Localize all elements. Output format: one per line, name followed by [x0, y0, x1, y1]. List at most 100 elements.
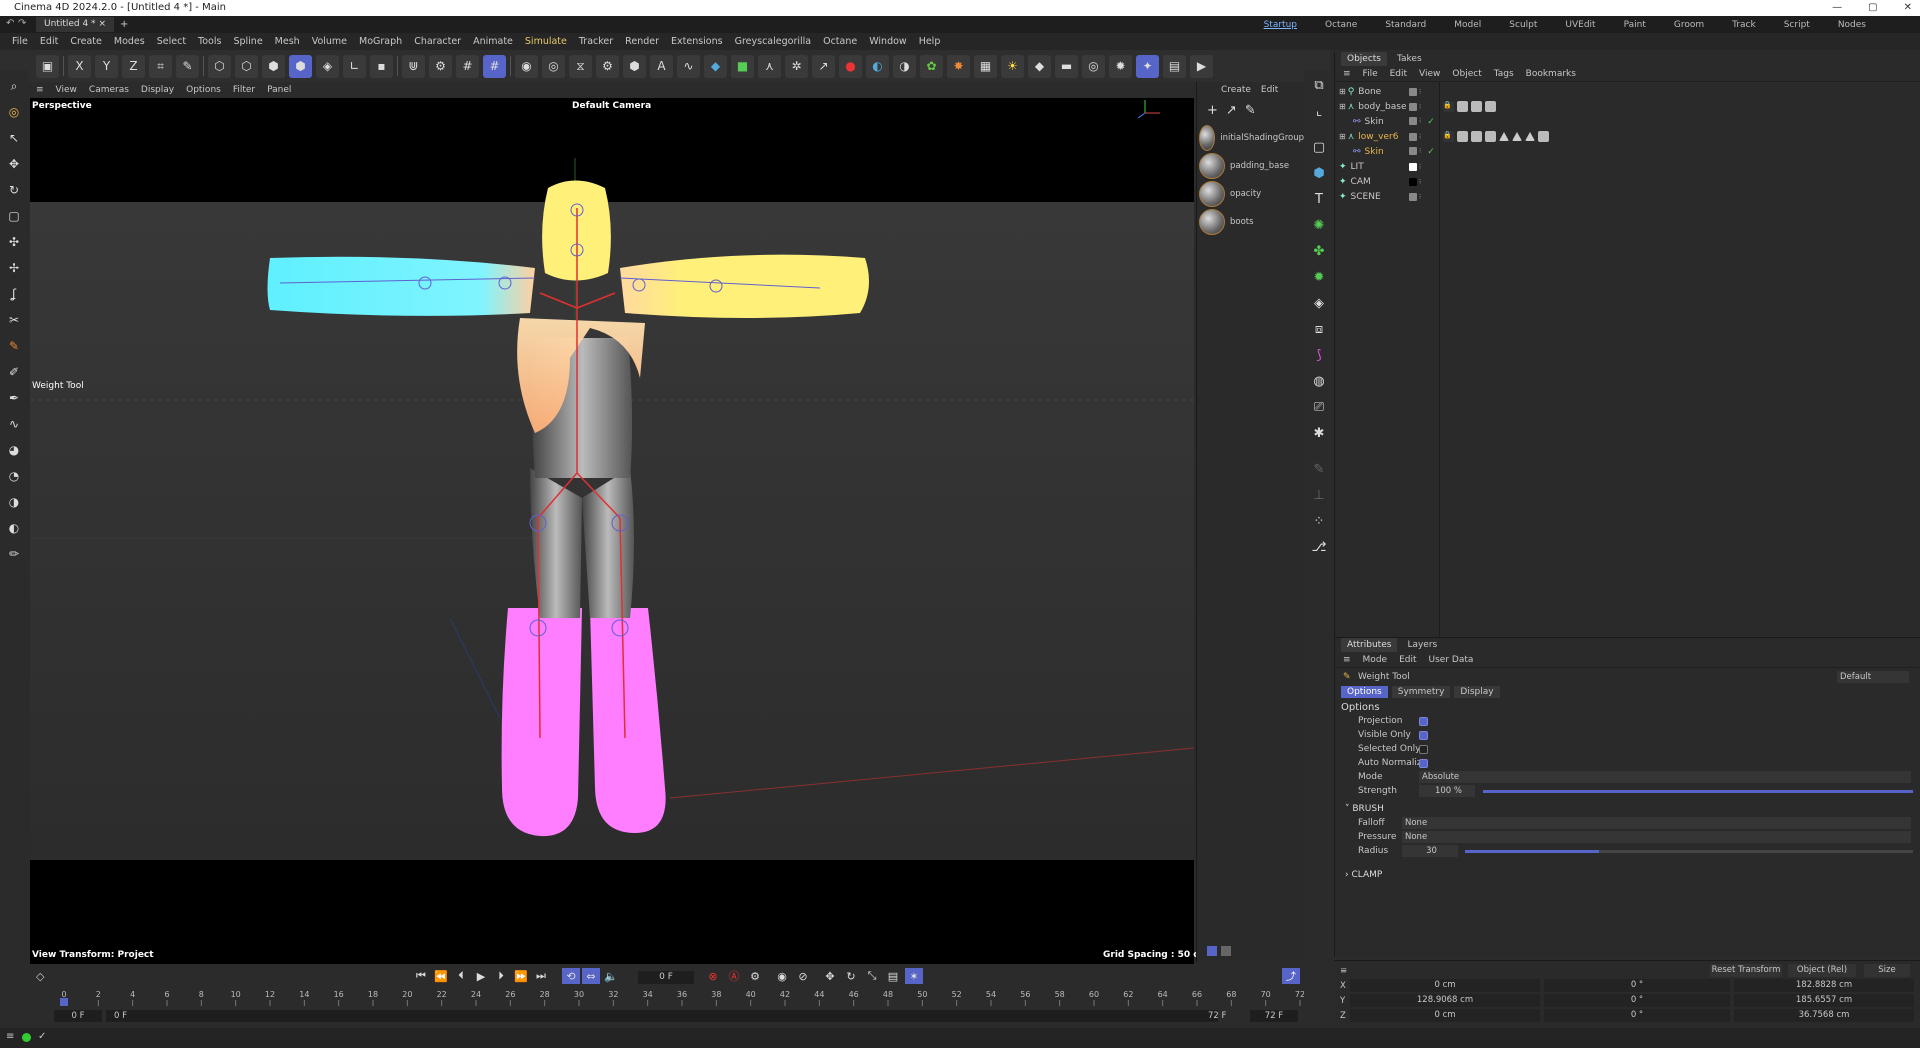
object-menu-tags[interactable]: Tags	[1494, 69, 1514, 79]
list-view-icon[interactable]	[1207, 946, 1217, 956]
material-tag-icon[interactable]	[1457, 101, 1468, 112]
minimize-icon[interactable]: —	[1832, 0, 1842, 16]
weight-paint-icon[interactable]: ✎	[4, 336, 24, 356]
material-tag-icon[interactable]	[1471, 131, 1482, 142]
search-icon[interactable]: ⌕	[4, 76, 24, 96]
menu-render[interactable]: Render	[619, 36, 665, 47]
undo-history-icon[interactable]: ▣	[36, 54, 59, 78]
layout-model[interactable]: Model	[1440, 20, 1495, 30]
z-axis-lock-icon[interactable]: Z	[122, 54, 145, 78]
layout-uvedit[interactable]: UVEdit	[1551, 20, 1609, 30]
sun-icon[interactable]: ☀	[1001, 54, 1024, 78]
spline-tool-icon[interactable]: ∿	[677, 54, 700, 78]
radius-field[interactable]: 30	[1402, 845, 1458, 857]
object-row[interactable]: ✦ CAM ⁝	[1335, 174, 1920, 189]
maximize-icon[interactable]: ▢	[1868, 0, 1877, 16]
coordinate-space-dropdown[interactable]: Object (Rel)	[1788, 964, 1856, 977]
editor-visibility-dot[interactable]	[1409, 102, 1417, 111]
attribute-menu-icon[interactable]: ≡	[1343, 655, 1351, 665]
object-row[interactable]: ⊞ ⚲ Bone ⁝	[1335, 84, 1920, 99]
subtab-symmetry[interactable]: Symmetry	[1391, 686, 1451, 698]
octane-icon[interactable]: ✦	[1136, 54, 1159, 78]
material-tag-icon[interactable]	[1485, 131, 1496, 142]
menu-mograph[interactable]: MoGraph	[353, 36, 408, 47]
menu-create[interactable]: Create	[64, 36, 108, 47]
generator-icon[interactable]: ✺	[1308, 214, 1330, 236]
position-field[interactable]: 0 cm	[1350, 1009, 1540, 1022]
selection-tools-icon[interactable]: ↖	[4, 128, 24, 148]
scale-key-icon[interactable]: ⤡	[863, 968, 881, 984]
lasso-icon[interactable]: ʆ	[4, 284, 24, 304]
motion-record-icon[interactable]: ◉	[773, 968, 791, 984]
visibility-toggles[interactable]: ⁝	[1409, 192, 1421, 201]
axis-mode-icon[interactable]: ∟	[343, 54, 366, 78]
editor-visibility-dot[interactable]	[1409, 146, 1417, 155]
menu-volume[interactable]: Volume	[306, 36, 353, 47]
material-tag-icon[interactable]	[1485, 101, 1496, 112]
menu-animate[interactable]: Animate	[467, 36, 519, 47]
viewport-menu-view[interactable]: View	[56, 85, 77, 95]
coordinate-system-icon[interactable]: ⌗	[149, 54, 172, 78]
right-arm-mesh[interactable]	[620, 254, 869, 318]
uv-mode-icon[interactable]: ◈	[316, 54, 339, 78]
layout-standard[interactable]: Standard	[1371, 20, 1440, 30]
render-visibility-dot[interactable]: ⁝	[1419, 133, 1421, 141]
field-icon[interactable]: ◈	[1308, 292, 1330, 314]
menu-icon[interactable]: ≡	[1340, 966, 1347, 976]
eyedropper-icon[interactable]: ✎	[1245, 103, 1256, 118]
menu-select[interactable]: Select	[151, 36, 192, 47]
menu-character[interactable]: Character	[408, 36, 467, 47]
texture-mode-icon[interactable]: ▪	[370, 54, 393, 78]
picture-viewer-icon[interactable]: ▶	[1190, 54, 1213, 78]
y-axis-lock-icon[interactable]: Y	[95, 54, 118, 78]
model-mode-icon[interactable]: ⬢	[289, 54, 312, 78]
material-item[interactable]: opacity	[1199, 180, 1304, 208]
tab-objects[interactable]: Objects	[1341, 52, 1388, 66]
export-icon[interactable]: ↗	[812, 54, 835, 78]
previous-key-icon[interactable]: ⏪	[432, 968, 450, 984]
checker-icon[interactable]: ▦	[974, 54, 997, 78]
area-light-icon[interactable]: ▬	[1055, 54, 1078, 78]
sculpt-grab-icon[interactable]: ◕	[4, 440, 24, 460]
preview-range-bar[interactable]: 0 F	[106, 1010, 1218, 1022]
live-selection-icon[interactable]: ◎	[4, 102, 24, 122]
clapper-icon[interactable]: ▤	[1163, 54, 1186, 78]
size-field[interactable]: 185.6557 cm	[1734, 994, 1914, 1007]
subtab-display[interactable]: Display	[1454, 686, 1500, 698]
cloner-icon[interactable]: ✤	[1308, 240, 1330, 262]
viewport-menu-cameras[interactable]: Cameras	[89, 85, 129, 95]
left-leg-mesh[interactable]	[501, 608, 582, 837]
scale-icon[interactable]: ▢	[4, 206, 24, 226]
previous-frame-icon[interactable]: ⏴	[452, 968, 470, 984]
object-row[interactable]: ⊞ ⋏ body_base ⁝ 🔒	[1335, 99, 1920, 114]
timeline-ruler[interactable]: 0 2 4 6 8 10 12 14 16 18 20 22 24 26 28 30 32 34 36 38 40 42 4…	[34, 988, 1304, 1006]
transform-icon[interactable]: ✣	[4, 232, 24, 252]
size-field[interactable]: 182.8828 cm	[1734, 979, 1914, 992]
render-visibility-dot[interactable]: ⁝	[1419, 88, 1421, 96]
object-menu-file[interactable]: File	[1363, 69, 1378, 79]
light-icon[interactable]: ◆	[1028, 54, 1051, 78]
lock-icon[interactable]: ⬢	[623, 54, 646, 78]
visibility-toggles[interactable]: ⁝	[1409, 102, 1421, 111]
visibility-toggles[interactable]: ⁝ ✓	[1409, 146, 1435, 157]
selected-only-checkbox[interactable]	[1419, 744, 1428, 754]
layout-paint[interactable]: Paint	[1610, 20, 1660, 30]
knife-icon[interactable]: ✂	[4, 310, 24, 330]
brush-section-heading[interactable]: ˅ BRUSH	[1345, 804, 1384, 814]
viewport-name[interactable]: Perspective	[32, 101, 92, 111]
brush-section-row[interactable]: ˅ BRUSH	[1335, 802, 1920, 816]
attribute-menu-user-data[interactable]: User Data	[1429, 655, 1474, 665]
add-material-icon[interactable]: +	[1207, 103, 1218, 118]
paint-brush-icon[interactable]: ✏	[4, 544, 24, 564]
menu-help[interactable]: Help	[913, 36, 947, 47]
x-axis-lock-icon[interactable]: X	[68, 54, 91, 78]
spline-object-icon[interactable]: ⟆	[1308, 344, 1330, 366]
joint-tool-icon[interactable]: ⋏	[758, 54, 781, 78]
close-icon[interactable]: ✕	[1904, 0, 1912, 16]
render-visibility-dot[interactable]: ⁝	[1419, 117, 1421, 127]
viewport-menu-filter[interactable]: Filter	[233, 85, 255, 95]
python-icon[interactable]: ◆	[704, 54, 727, 78]
material-item[interactable]: boots	[1199, 208, 1304, 236]
editor-visibility-dot[interactable]	[1409, 192, 1417, 201]
material-tag-icon[interactable]	[1525, 132, 1535, 141]
